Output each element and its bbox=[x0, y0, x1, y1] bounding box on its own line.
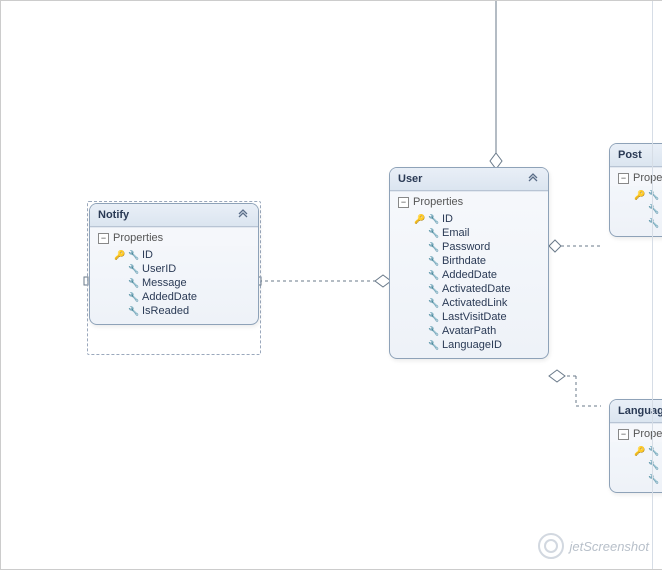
entity-post[interactable]: Post − Propert 🔑🔧I🔧U🔧A bbox=[609, 143, 662, 237]
key-icon: 🔑 bbox=[414, 214, 424, 225]
property-row[interactable]: 🔧C bbox=[614, 458, 662, 472]
chevron-up-icon[interactable] bbox=[236, 208, 250, 222]
entity-post-title: Post bbox=[618, 149, 642, 161]
collapse-minus-icon[interactable]: − bbox=[98, 233, 109, 244]
wrench-icon: 🔧 bbox=[128, 278, 138, 289]
entity-user-header[interactable]: User bbox=[390, 168, 548, 191]
property-row[interactable]: 🔧 LanguageID bbox=[394, 338, 544, 352]
wrench-icon: 🔧 bbox=[648, 446, 658, 457]
wrench-icon: 🔧 bbox=[648, 218, 658, 229]
key-icon: 🔑 bbox=[114, 250, 124, 261]
property-row[interactable]: 🔧N bbox=[614, 472, 662, 486]
entity-post-properties-list: 🔑🔧I🔧U🔧A bbox=[610, 186, 662, 236]
property-label: ID bbox=[442, 213, 453, 225]
property-label: Password bbox=[442, 241, 490, 253]
property-row[interactable]: 🔑 🔧 ID bbox=[394, 212, 544, 226]
chevron-up-icon[interactable] bbox=[526, 172, 540, 186]
wrench-icon: 🔧 bbox=[648, 474, 658, 485]
wrench-icon: 🔧 bbox=[428, 270, 438, 281]
entity-language[interactable]: Language − Propert 🔑🔧I🔧C🔧N bbox=[609, 399, 662, 493]
key-icon: 🔑 bbox=[634, 446, 644, 457]
property-row[interactable]: 🔧 IsReaded bbox=[94, 304, 254, 318]
entity-language-properties-list: 🔑🔧I🔧C🔧N bbox=[610, 442, 662, 492]
property-row[interactable]: 🔧 AddedDate bbox=[94, 290, 254, 304]
wrench-icon: 🔧 bbox=[428, 284, 438, 295]
property-label: Birthdate bbox=[442, 255, 486, 267]
wrench-icon: 🔧 bbox=[128, 250, 138, 261]
property-label: AddedDate bbox=[442, 269, 497, 281]
property-label: ActivatedLink bbox=[442, 297, 507, 309]
wrench-icon: 🔧 bbox=[428, 298, 438, 309]
property-row[interactable]: 🔧 Password bbox=[394, 240, 544, 254]
property-label: Message bbox=[142, 277, 187, 289]
wrench-icon: 🔧 bbox=[648, 190, 658, 201]
watermark-swirl-icon bbox=[538, 533, 564, 559]
key-icon: 🔑 bbox=[634, 190, 644, 201]
collapse-minus-icon[interactable]: − bbox=[398, 197, 409, 208]
properties-label: Properties bbox=[413, 196, 463, 208]
property-label: LastVisitDate bbox=[442, 311, 507, 323]
wrench-icon: 🔧 bbox=[648, 460, 658, 471]
property-row[interactable]: 🔧 AddedDate bbox=[394, 268, 544, 282]
properties-label: Propert bbox=[633, 172, 662, 184]
wrench-icon: 🔧 bbox=[128, 306, 138, 317]
canvas-edge-line bbox=[652, 1, 653, 569]
wrench-icon: 🔧 bbox=[428, 256, 438, 267]
property-label: IsReaded bbox=[142, 305, 189, 317]
entity-notify-title: Notify bbox=[98, 209, 129, 221]
wrench-icon: 🔧 bbox=[128, 264, 138, 275]
property-label: AddedDate bbox=[142, 291, 197, 303]
property-row[interactable]: 🔧A bbox=[614, 216, 662, 230]
property-row[interactable]: 🔧 AvatarPath bbox=[394, 324, 544, 338]
entity-post-properties-header[interactable]: − Propert bbox=[610, 167, 662, 186]
entity-notify-header[interactable]: Notify bbox=[90, 204, 258, 227]
property-row[interactable]: 🔧 Email bbox=[394, 226, 544, 240]
property-label: UserID bbox=[142, 263, 176, 275]
entity-language-title: Language bbox=[618, 405, 662, 417]
entity-language-header[interactable]: Language bbox=[610, 400, 662, 423]
properties-label: Propert bbox=[633, 428, 662, 440]
property-row[interactable]: 🔧 ActivatedLink bbox=[394, 296, 544, 310]
property-label: ID bbox=[142, 249, 153, 261]
property-row[interactable]: 🔑🔧I bbox=[614, 444, 662, 458]
wrench-icon: 🔧 bbox=[428, 228, 438, 239]
wrench-icon: 🔧 bbox=[128, 292, 138, 303]
entity-post-header[interactable]: Post bbox=[610, 144, 662, 167]
property-row[interactable]: 🔧 UserID bbox=[94, 262, 254, 276]
collapse-minus-icon[interactable]: − bbox=[618, 173, 629, 184]
property-label: ActivatedDate bbox=[442, 283, 510, 295]
collapse-minus-icon[interactable]: − bbox=[618, 429, 629, 440]
property-row[interactable]: 🔧U bbox=[614, 202, 662, 216]
entity-notify-properties-list: 🔑 🔧 ID 🔧 UserID 🔧 Message 🔧 AddedDate 🔧 IsReaded bbox=[90, 246, 258, 324]
property-row[interactable]: 🔧 ActivatedDate bbox=[394, 282, 544, 296]
property-row[interactable]: 🔧 Message bbox=[94, 276, 254, 290]
entity-user[interactable]: User − Properties 🔑 🔧 ID 🔧 Email 🔧 Password 🔧 Bi… bbox=[389, 167, 549, 359]
property-row[interactable]: 🔧 Birthdate bbox=[394, 254, 544, 268]
watermark: jetScreenshot bbox=[538, 533, 650, 559]
entity-user-properties-header[interactable]: − Properties bbox=[390, 191, 548, 210]
wrench-icon: 🔧 bbox=[648, 204, 658, 215]
entity-notify[interactable]: Notify − Properties 🔑🔧ID🔧UserID🔧Message🔧… bbox=[89, 203, 259, 325]
property-label: LanguageID bbox=[442, 339, 502, 351]
wrench-icon: 🔧 bbox=[428, 214, 438, 225]
property-row[interactable]: 🔧 LastVisitDate bbox=[394, 310, 544, 324]
entity-user-title: User bbox=[398, 173, 422, 185]
property-label: AvatarPath bbox=[442, 325, 496, 337]
wrench-icon: 🔧 bbox=[428, 326, 438, 337]
entity-language-properties-header[interactable]: − Propert bbox=[610, 423, 662, 442]
properties-label: Properties bbox=[113, 232, 163, 244]
wrench-icon: 🔧 bbox=[428, 242, 438, 253]
wrench-icon: 🔧 bbox=[428, 312, 438, 323]
property-row[interactable]: 🔑 🔧 ID bbox=[94, 248, 254, 262]
watermark-text: jetScreenshot bbox=[570, 539, 650, 554]
property-label: Email bbox=[442, 227, 470, 239]
property-row[interactable]: 🔑🔧I bbox=[614, 188, 662, 202]
entity-user-properties-list: 🔑🔧ID🔧Email🔧Password🔧Birthdate🔧AddedDate🔧… bbox=[390, 210, 548, 358]
entity-notify-properties-header[interactable]: − Properties bbox=[90, 227, 258, 246]
wrench-icon: 🔧 bbox=[428, 340, 438, 351]
